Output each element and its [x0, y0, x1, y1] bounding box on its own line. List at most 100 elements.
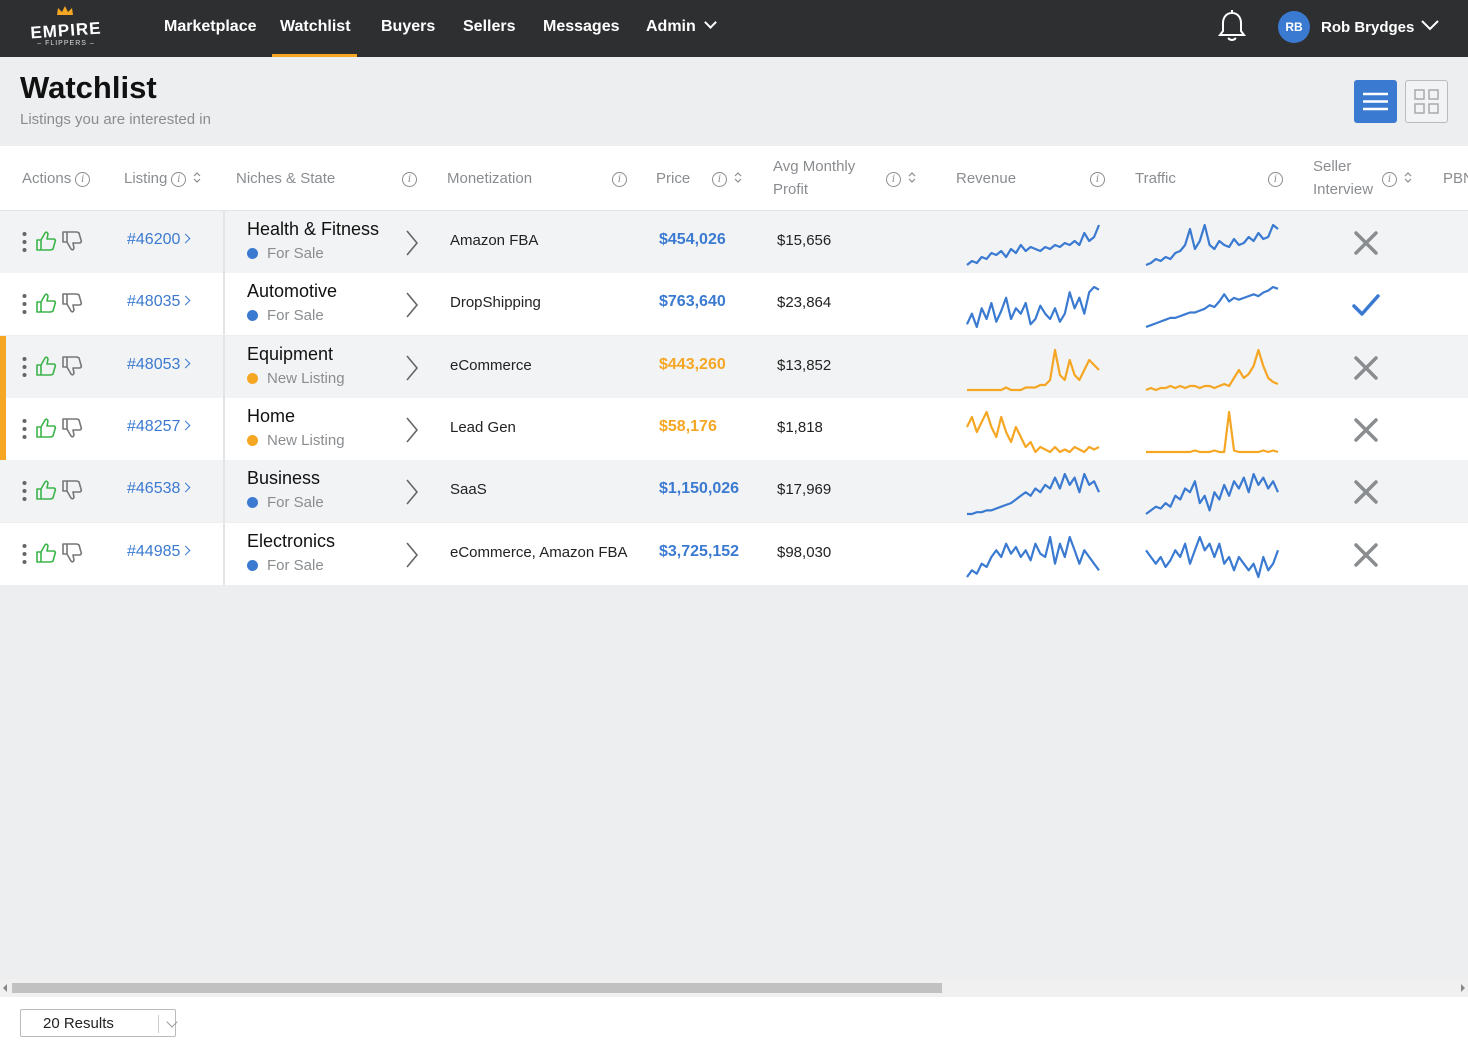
thumbs-down-icon[interactable] — [61, 292, 83, 314]
niche-name: Business — [247, 468, 321, 489]
table-row[interactable]: #48053 Equipment New Listing eCommerce $443,… — [0, 335, 1468, 398]
scroll-left-arrow[interactable] — [3, 984, 7, 992]
status-dot — [247, 434, 258, 446]
info-icon[interactable]: i — [886, 172, 901, 187]
price: $1,150,026 — [659, 480, 740, 498]
listing-link[interactable]: #46538 — [127, 480, 191, 498]
chevron-down-icon[interactable] — [1420, 15, 1440, 35]
thumbs-up-icon[interactable] — [35, 230, 57, 252]
nav-sellers[interactable]: Sellers — [463, 0, 515, 57]
listing-link[interactable]: #46200 — [127, 231, 191, 249]
column-divider — [223, 522, 225, 585]
revenue-line — [966, 224, 1101, 266]
column-divider — [223, 460, 225, 523]
table-row[interactable]: #46538 Business For Sale SaaS $1,150,026 $17,… — [0, 460, 1468, 523]
more-vertical-icon[interactable] — [22, 480, 27, 502]
chevron-right-icon[interactable] — [403, 541, 421, 569]
info-icon[interactable]: i — [612, 172, 627, 187]
info-icon[interactable]: i — [75, 172, 91, 187]
list-view-button[interactable] — [1354, 80, 1397, 123]
traffic-sparkline — [1145, 473, 1280, 516]
nav-buyers[interactable]: Buyers — [381, 0, 435, 57]
state-label: For Sale — [267, 245, 324, 262]
more-vertical-icon[interactable] — [22, 293, 27, 315]
listing-link[interactable]: #48257 — [127, 418, 191, 436]
thumbs-down-icon[interactable] — [61, 230, 83, 252]
state-label: For Sale — [267, 556, 324, 574]
avatar[interactable]: RB — [1278, 11, 1310, 43]
info-icon[interactable]: i — [171, 172, 187, 187]
col-price[interactable]: Price — [656, 167, 690, 190]
sort-icon[interactable] — [192, 170, 202, 185]
revenue-sparkline — [967, 473, 1101, 516]
thumbs-down-icon[interactable] — [61, 479, 83, 501]
nav-marketplace[interactable]: Marketplace — [164, 0, 257, 57]
close-icon — [1354, 355, 1378, 380]
table-row[interactable]: #44985 Electronics For Sale eCommerce, Amaz… — [0, 522, 1468, 585]
select-divider — [158, 1015, 159, 1033]
col-profit-controls: i — [882, 167, 917, 190]
chevron-down-icon — [166, 1016, 178, 1028]
thumbs-down-icon[interactable] — [61, 542, 83, 564]
col-seller-interview[interactable]: Seller Interview — [1313, 155, 1373, 201]
thumbs-up-icon[interactable] — [35, 417, 57, 439]
col-pbn: PBN — [1443, 170, 1468, 187]
nav-admin[interactable]: Admin — [646, 0, 717, 57]
nav-messages[interactable]: Messages — [543, 0, 620, 57]
col-listing[interactable]: Listing i — [124, 167, 202, 190]
user-name[interactable]: Rob Brydges — [1321, 0, 1414, 57]
col-actions-label: Actions — [22, 170, 72, 187]
scroll-right-arrow[interactable] — [1461, 984, 1465, 992]
scrollbar-thumb[interactable] — [12, 983, 942, 993]
chevron-right-icon[interactable] — [403, 478, 421, 506]
table-row[interactable]: #48257 Home New Listing Lead Gen $58,176 $1,8… — [0, 397, 1468, 460]
listing-link[interactable]: #48053 — [127, 356, 191, 374]
chevron-right-icon — [180, 295, 191, 306]
thumbs-up-icon[interactable] — [35, 542, 57, 564]
info-icon[interactable]: i — [1090, 172, 1105, 187]
chevron-right-icon[interactable] — [403, 229, 421, 257]
nav-watchlist[interactable]: Watchlist — [272, 0, 357, 57]
traffic-line — [1145, 535, 1280, 578]
col-avg-profit-line2: Profit — [773, 181, 809, 198]
col-avg-monthly-profit[interactable]: Avg Monthly Profit — [773, 155, 855, 201]
sort-icon[interactable] — [907, 170, 917, 185]
niche-name: Equipment — [247, 343, 334, 364]
avg-monthly-profit: $15,656 — [777, 232, 832, 249]
close-icon — [1354, 418, 1378, 442]
col-niches-state: Niches & State — [236, 170, 336, 187]
thumbs-up-icon[interactable] — [35, 292, 57, 314]
price: $763,640 — [659, 293, 726, 311]
info-icon[interactable]: i — [712, 172, 727, 187]
sort-icon[interactable] — [1403, 170, 1413, 185]
table-row[interactable]: #46200 Health & Fitness For Sale Amazon FBA… — [0, 211, 1468, 273]
bell-icon[interactable] — [1216, 10, 1248, 44]
results-per-page-select[interactable]: 20 Results — [20, 1009, 178, 1037]
monetization: Lead Gen — [450, 418, 516, 436]
state-label: New Listing — [267, 431, 345, 449]
grid-view-button[interactable] — [1405, 80, 1448, 123]
more-vertical-icon[interactable] — [22, 418, 27, 440]
chevron-right-icon[interactable] — [403, 291, 421, 319]
listing-link[interactable]: #44985 — [127, 543, 191, 561]
more-vertical-icon[interactable] — [22, 231, 27, 253]
listing-link[interactable]: #48035 — [127, 293, 191, 311]
chevron-right-icon — [180, 420, 191, 431]
table-row[interactable]: #48035 Automotive For Sale DropShipping $763… — [0, 273, 1468, 336]
thumbs-up-icon[interactable] — [35, 355, 57, 377]
grid-view-icon — [1414, 89, 1439, 114]
chevron-right-icon[interactable] — [403, 416, 421, 444]
empire-flippers-logo[interactable]: EMPIRE – FLIPPERS – — [26, 6, 106, 52]
info-icon[interactable]: i — [1268, 172, 1283, 187]
info-icon[interactable]: i — [1382, 172, 1397, 187]
thumbs-down-icon[interactable] — [61, 355, 83, 377]
more-vertical-icon[interactable] — [22, 356, 27, 378]
sort-icon[interactable] — [733, 170, 743, 185]
chevron-right-icon[interactable] — [403, 354, 421, 382]
col-listing-label: Listing — [124, 170, 168, 187]
thumbs-down-icon[interactable] — [61, 417, 83, 439]
horizontal-scrollbar[interactable] — [0, 979, 1468, 997]
info-icon[interactable]: i — [402, 172, 417, 187]
thumbs-up-icon[interactable] — [35, 479, 57, 501]
more-vertical-icon[interactable] — [22, 543, 27, 565]
